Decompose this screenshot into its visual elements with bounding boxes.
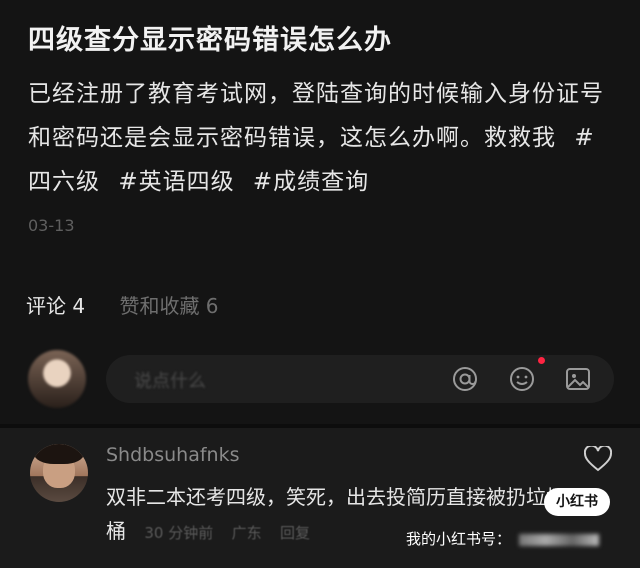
heart-icon[interactable]	[584, 446, 612, 472]
comment-input[interactable]: 说点什么	[106, 355, 614, 403]
reply-button[interactable]: 回复	[280, 524, 310, 542]
post-body-text: 已经注册了教育考试网，登陆查询的时候输入身份证号和密码还是会显示密码错误，这怎么…	[28, 81, 604, 151]
brand-watermark: 小红书	[544, 488, 610, 516]
hashtag-link[interactable]: #成绩查询	[253, 169, 369, 195]
post-date: 03-13	[28, 216, 75, 235]
brand-id-label: 我的小红书号：	[406, 530, 512, 548]
likes-collect-count[interactable]: 赞和收藏 6	[119, 294, 218, 318]
post-body: 已经注册了教育考试网，登陆查询的时候输入身份证号和密码还是会显示密码错误，这怎么…	[28, 72, 608, 204]
comment-input-placeholder: 说点什么	[134, 371, 206, 392]
hashtag-link[interactable]: #英语四级	[118, 169, 234, 195]
post-title: 四级查分显示密码错误怎么办	[28, 25, 392, 56]
emoji-icon[interactable]	[508, 365, 536, 393]
brand-id-watermark: 我的小红书号：	[406, 528, 600, 549]
commenter-username[interactable]: Shdbsuhafnks	[106, 444, 239, 466]
avatar	[28, 350, 86, 408]
comment-time: 30 分钟前	[144, 524, 214, 542]
mention-icon[interactable]	[451, 365, 479, 393]
commenter-avatar[interactable]	[30, 444, 88, 502]
image-icon[interactable]	[564, 365, 592, 393]
comment-location: 广东	[231, 524, 262, 542]
notification-dot	[538, 357, 545, 364]
post-stats: 评论 4 赞和收藏 6	[26, 290, 219, 319]
comment-count[interactable]: 评论 4	[26, 294, 85, 318]
